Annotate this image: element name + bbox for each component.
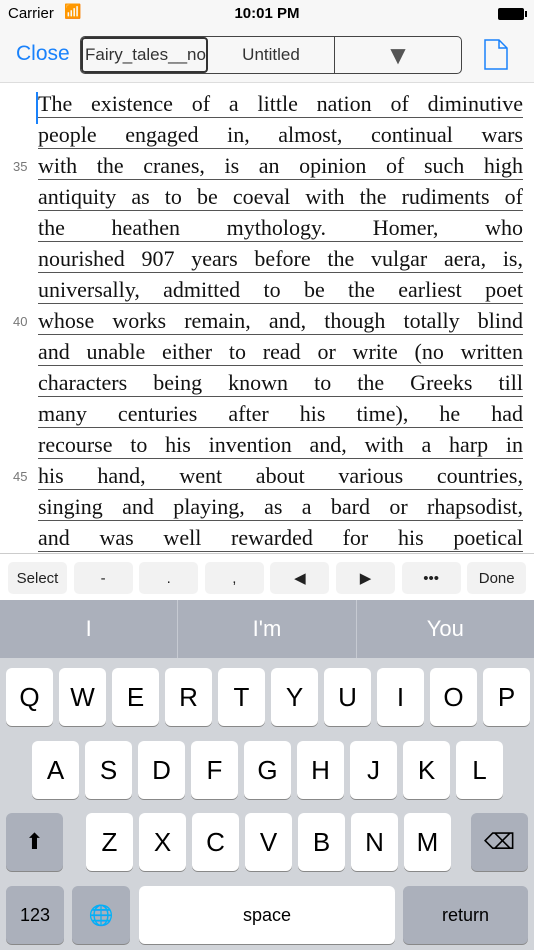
accessory-button[interactable]: , [204,562,264,594]
key-y[interactable]: Y [271,668,318,726]
key-f[interactable]: F [191,741,238,799]
text-line: characters being known to the Greeks til… [38,370,523,397]
text-line: recourse to his invention and, with a ha… [38,432,523,459]
text-editor[interactable]: The existence of a little nation of dimi… [0,86,534,553]
accessory-button[interactable]: - [73,562,133,594]
key-p[interactable]: P [483,668,530,726]
key-v[interactable]: V [245,813,292,871]
text-line: singing and playing, as a bard or rhapso… [38,494,523,521]
key-h[interactable]: H [297,741,344,799]
key-c[interactable]: C [192,813,239,871]
accessory-button[interactable]: Select [8,562,67,594]
key-a[interactable]: A [32,741,79,799]
status-bar: Carrier 📶 10:01 PM [0,0,534,28]
key-o[interactable]: O [430,668,477,726]
prediction-3[interactable]: You [357,600,534,658]
text-line: his hand, went about various countries, [38,463,523,490]
globe-icon[interactable]: 🌐 [72,886,130,944]
key-r[interactable]: R [165,668,212,726]
document-segmented-control: Fairy_tales__no Untitled ▼ [80,36,462,74]
segment-title[interactable]: Untitled [208,37,335,73]
key-n[interactable]: N [351,813,398,871]
key-s[interactable]: S [85,741,132,799]
segment-filename[interactable]: Fairy_tales__no [81,37,208,73]
key-z[interactable]: Z [86,813,133,871]
text-line: The existence of a little nation of dimi… [38,91,523,118]
text-line: many centuries after his time), he had [38,401,523,428]
key-k[interactable]: K [403,741,450,799]
line-number: 45 [13,469,28,484]
key-q[interactable]: Q [6,668,53,726]
accessory-toolbar: Select -., ◀ ▶ ••• Done [0,553,534,600]
numbers-key[interactable]: 123 [6,886,64,944]
key-b[interactable]: B [298,813,345,871]
text-line: whose works remain, and, though totally … [38,308,523,335]
accessory-button[interactable]: ••• [401,562,461,594]
document-icon[interactable] [484,39,508,70]
text-cursor [36,92,38,124]
text-line: nourished 907 years before the vulgar ae… [38,246,523,273]
shift-key[interactable]: ⬆ [6,813,63,871]
key-x[interactable]: X [139,813,186,871]
space-key[interactable]: space [139,886,395,944]
key-w[interactable]: W [59,668,106,726]
prediction-2[interactable]: I'm [178,600,357,658]
key-e[interactable]: E [112,668,159,726]
line-number: 40 [13,314,28,329]
key-l[interactable]: L [456,741,503,799]
text-line: with the cranes, is an opinion of such h… [38,153,523,180]
text-line: the heathen mythology. Homer, who [38,215,523,242]
text-line: universally, admitted to be the earliest… [38,277,523,304]
delete-key[interactable]: ⌫ [471,813,528,871]
accessory-button[interactable]: Done [467,562,527,594]
nav-bar: Close Fairy_tales__no Untitled ▼ [0,28,534,83]
key-t[interactable]: T [218,668,265,726]
return-key[interactable]: return [403,886,528,944]
prediction-bar: I I'm You [0,600,534,658]
line-number: 35 [13,159,28,174]
close-button[interactable]: Close [16,42,70,66]
key-g[interactable]: G [244,741,291,799]
key-u[interactable]: U [324,668,371,726]
segment-dropdown[interactable]: ▼ [335,37,461,73]
prediction-1[interactable]: I [0,600,179,658]
text-line: and unable either to read or write (no w… [38,339,523,366]
text-line: and was well rewarded for his poetical [38,525,523,552]
text-line: people engaged in, almost, continual war… [38,122,523,149]
accessory-button[interactable]: ▶ [336,562,395,594]
key-d[interactable]: D [138,741,185,799]
accessory-button[interactable]: ◀ [270,562,330,594]
clock: 10:01 PM [234,5,300,22]
text-line: antiquity as to be coeval with the rudim… [38,184,523,211]
keyboard: I I'm You Q W E R T Y U I O P A S D F G H J K L Z X C V B N M ⬆ ⌫ 12… [0,600,534,950]
key-i[interactable]: I [377,668,424,726]
battery-icon [498,8,527,20]
accessory-button[interactable]: . [139,562,199,594]
key-j[interactable]: J [350,741,397,799]
key-m[interactable]: M [404,813,451,871]
